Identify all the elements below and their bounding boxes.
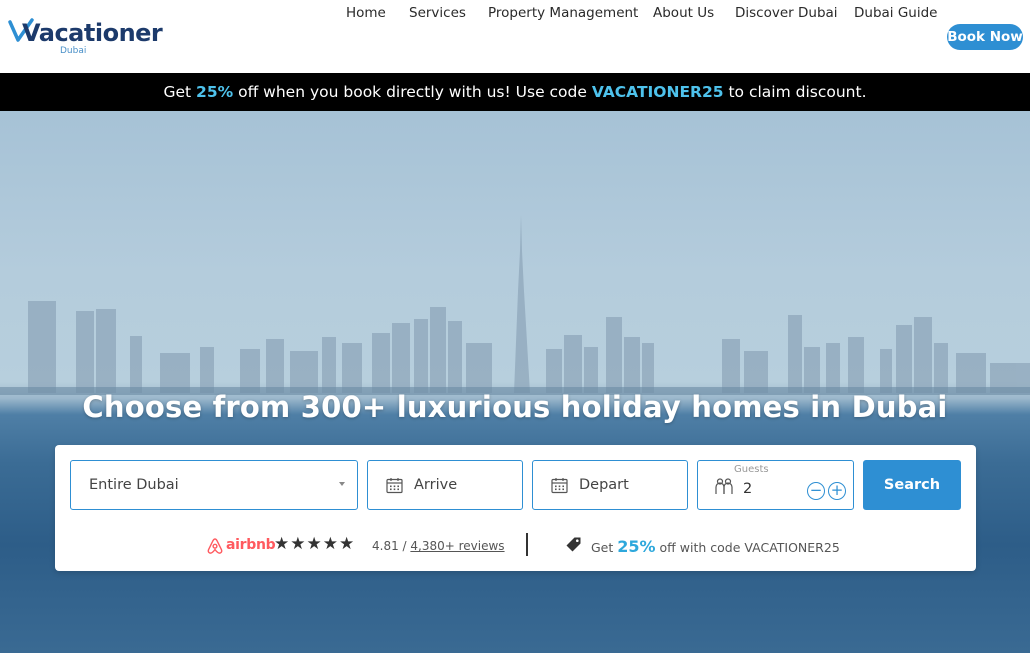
site-header: Vacationer Dubai Home Services Property … (0, 0, 1030, 73)
chevron-down-icon (339, 482, 345, 486)
depart-date-field[interactable]: Depart (532, 460, 688, 510)
guests-label: Guests (734, 464, 769, 475)
offer-pre: Get (591, 540, 618, 555)
rating-stars: ★★★★★ (274, 534, 356, 554)
promo-percent: 25% (196, 83, 234, 101)
calendar-icon (551, 478, 568, 494)
promo-text-post: to claim discount. (723, 83, 867, 101)
arrive-placeholder: Arrive (414, 477, 458, 493)
nav-dubai-guide[interactable]: Dubai Guide (854, 5, 937, 21)
depart-placeholder: Depart (579, 477, 629, 493)
site-logo[interactable]: Vacationer Dubai (8, 18, 163, 58)
promo-code: VACATIONER25 (591, 83, 724, 101)
search-button[interactable]: Search (863, 460, 961, 510)
nav-services[interactable]: Services (409, 5, 466, 21)
airbnb-wordmark: airbnb (226, 537, 276, 553)
guests-value: 2 (743, 481, 753, 497)
promo-text-mid: off when you book directly with us! Use … (233, 83, 592, 101)
offer-percent: 25% (617, 537, 656, 556)
guests-decrement-button[interactable]: − (807, 482, 825, 500)
nav-property-management[interactable]: Property Management (488, 5, 638, 21)
guests-field[interactable]: Guests 2 − + (697, 460, 854, 510)
nav-about-us[interactable]: About Us (653, 5, 714, 21)
rating-score: 4.81 / 4,380+ reviews (372, 539, 505, 553)
location-select[interactable]: Entire Dubai (70, 460, 358, 510)
nav-discover-dubai[interactable]: Discover Dubai (735, 5, 838, 21)
divider (526, 533, 528, 556)
promo-bar: Get 25% off when you book directly with … (0, 73, 1030, 111)
skyline-image (0, 215, 1030, 395)
guests-increment-button[interactable]: + (828, 482, 846, 500)
reviews-link[interactable]: 4,380+ reviews (410, 539, 504, 553)
rating-value: 4.81 / (372, 539, 411, 553)
arrive-date-field[interactable]: Arrive (367, 460, 523, 510)
book-now-button[interactable]: Book Now (947, 24, 1023, 50)
location-value: Entire Dubai (89, 477, 179, 493)
nav-home[interactable]: Home (346, 5, 386, 21)
hero-section: Choose from 300+ luxurious holiday homes… (0, 111, 1030, 653)
rating-row: airbnb ★★★★★ 4.81 / 4,380+ reviews Get 2… (55, 531, 976, 561)
search-panel: Entire Dubai Arrive Depart Guests 2 − + … (55, 445, 976, 571)
offer-post: off with code VACATIONER25 (655, 540, 840, 555)
hero-title: Choose from 300+ luxurious holiday homes… (82, 390, 948, 424)
guests-icon (715, 478, 733, 494)
discount-offer: Get 25% off with code VACATIONER25 (591, 537, 840, 556)
airbnb-logo-icon (207, 538, 223, 554)
promo-text-pre: Get (163, 83, 197, 101)
calendar-icon (386, 478, 403, 494)
price-tag-icon (566, 537, 581, 552)
logo-subtitle: Dubai (60, 46, 87, 56)
logo-text: Vacationer (22, 19, 163, 47)
